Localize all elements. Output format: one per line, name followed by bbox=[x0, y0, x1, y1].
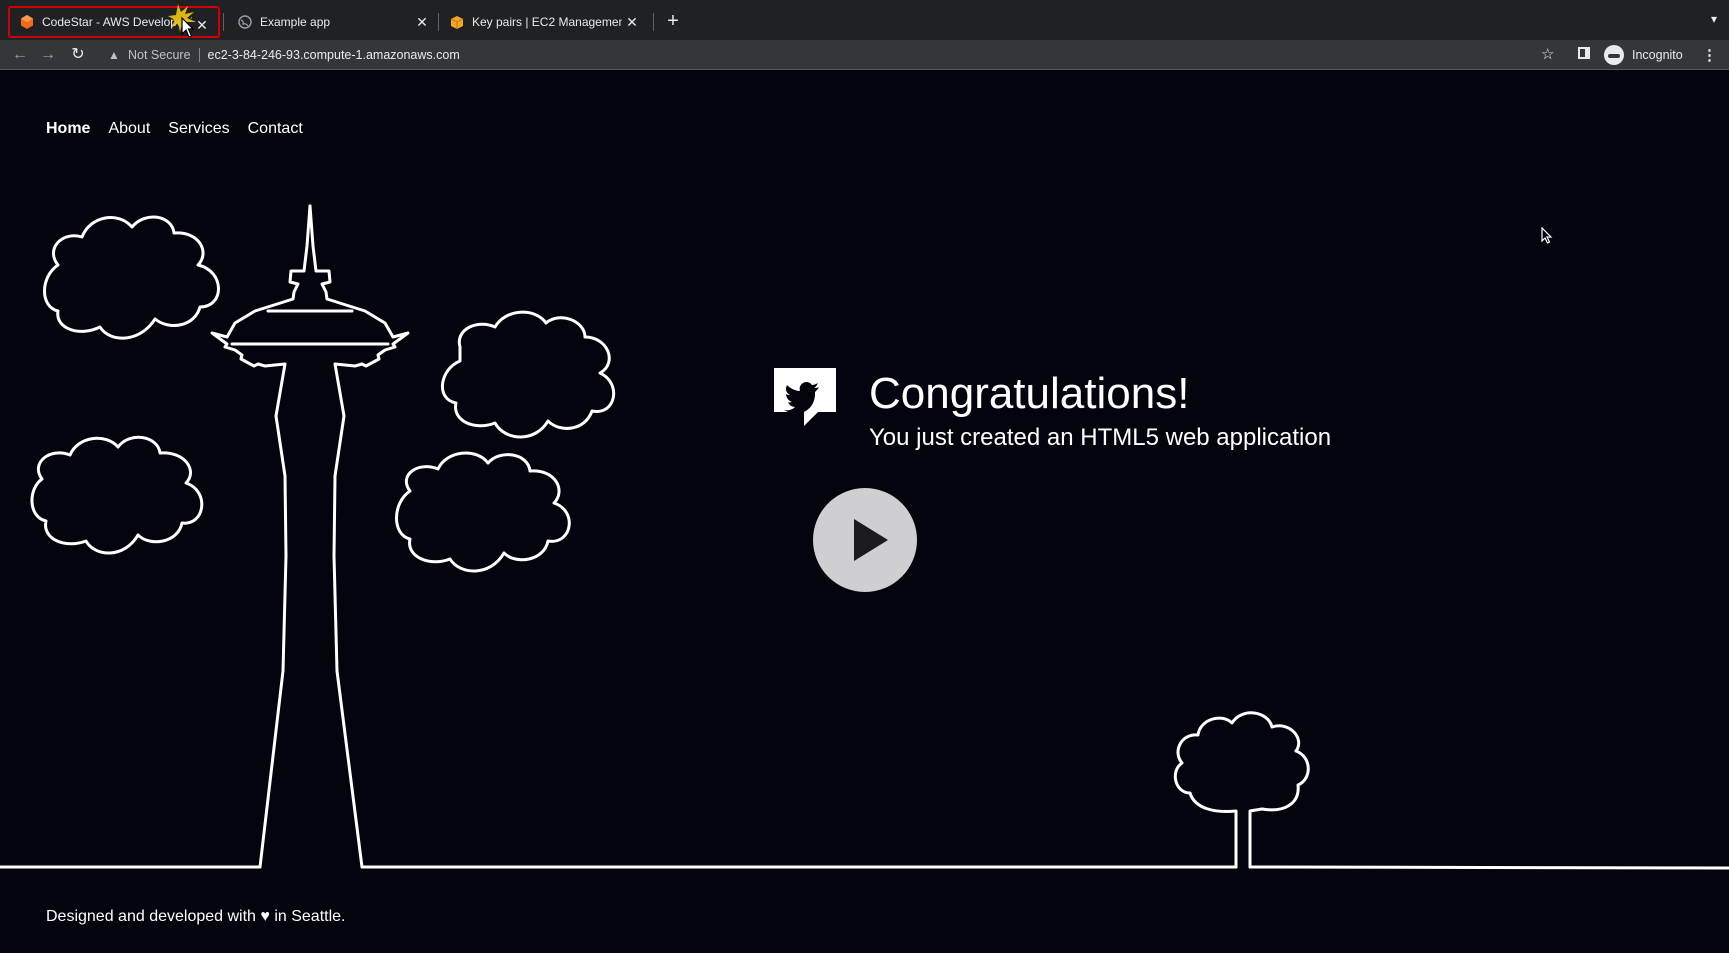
cloud-1 bbox=[43, 215, 220, 340]
aws-box-icon bbox=[450, 16, 464, 29]
tree bbox=[1173, 711, 1310, 869]
tab-separator bbox=[223, 13, 224, 31]
tab-separator bbox=[438, 13, 439, 31]
profile-label: Incognito bbox=[1632, 48, 1683, 62]
browser-toolbar: ← → ↻ ▲ Not Secure ec2-3-84-246-93.compu… bbox=[0, 40, 1729, 70]
reload-icon[interactable]: ↻ bbox=[68, 45, 88, 65]
footer-text: Designed and developed with ♥ in Seattle… bbox=[46, 908, 346, 925]
codestar-icon bbox=[21, 15, 33, 29]
nav-home-link[interactable]: Home bbox=[46, 120, 90, 138]
tab-close-icon[interactable]: ✕ bbox=[414, 14, 430, 30]
browser-tab-bar: CodeStar - AWS Developer Tools ✕ Example… bbox=[0, 0, 1729, 40]
cloud-3 bbox=[30, 435, 204, 555]
tab-title: Example app bbox=[260, 15, 331, 29]
nav-about-link[interactable]: About bbox=[108, 120, 150, 138]
hero-subtitle: You just created an HTML5 web applicatio… bbox=[869, 424, 1332, 451]
incognito-icon bbox=[1604, 45, 1624, 65]
web-page: Home About Services Contact Congratulati… bbox=[0, 71, 1729, 953]
address-bar[interactable]: ▲ Not Secure ec2-3-84-246-93.compute-1.a… bbox=[98, 43, 1568, 67]
new-tab-plus-icon[interactable]: + bbox=[662, 10, 684, 32]
tab-example-app[interactable]: Example app ✕ bbox=[228, 5, 438, 39]
menu-kebab-icon[interactable]: ⋮ bbox=[1702, 46, 1717, 64]
hero-title: Congratulations! bbox=[869, 369, 1190, 418]
tab-close-icon[interactable]: ✕ bbox=[624, 14, 640, 30]
twitter-bubble-icon[interactable] bbox=[774, 368, 836, 430]
address-separator bbox=[198, 48, 200, 62]
cloud-2 bbox=[440, 310, 616, 439]
side-panel-icon[interactable] bbox=[1578, 47, 1590, 59]
back-arrow-icon[interactable]: ← bbox=[10, 45, 30, 65]
bookmark-star-icon[interactable]: ☆ bbox=[1541, 45, 1554, 63]
tab-search-chevron-icon[interactable]: ▾ bbox=[1711, 12, 1717, 26]
play-icon bbox=[854, 519, 888, 561]
site-nav: Home About Services Contact bbox=[46, 120, 303, 138]
click-highlight-cursor-icon bbox=[168, 4, 196, 38]
incognito-profile-chip[interactable]: Incognito bbox=[1604, 44, 1683, 66]
globe-icon bbox=[238, 15, 252, 29]
nav-contact-link[interactable]: Contact bbox=[248, 120, 303, 138]
forward-arrow-icon[interactable]: → bbox=[38, 45, 58, 65]
tab-key-pairs[interactable]: Key pairs | EC2 Management Console ✕ bbox=[440, 5, 648, 39]
security-label[interactable]: Not Secure bbox=[128, 48, 191, 62]
nav-services-link[interactable]: Services bbox=[168, 120, 229, 138]
play-button[interactable] bbox=[813, 488, 917, 592]
mouse-pointer-icon bbox=[1541, 227, 1553, 244]
url-text[interactable]: ec2-3-84-246-93.compute-1.amazonaws.com bbox=[208, 48, 460, 62]
tab-separator bbox=[653, 13, 654, 31]
tab-title: Key pairs | EC2 Management Console bbox=[472, 15, 622, 29]
space-needle-outline bbox=[210, 204, 410, 869]
cloud-4 bbox=[395, 451, 571, 573]
warning-triangle-icon[interactable]: ▲ bbox=[108, 48, 124, 62]
